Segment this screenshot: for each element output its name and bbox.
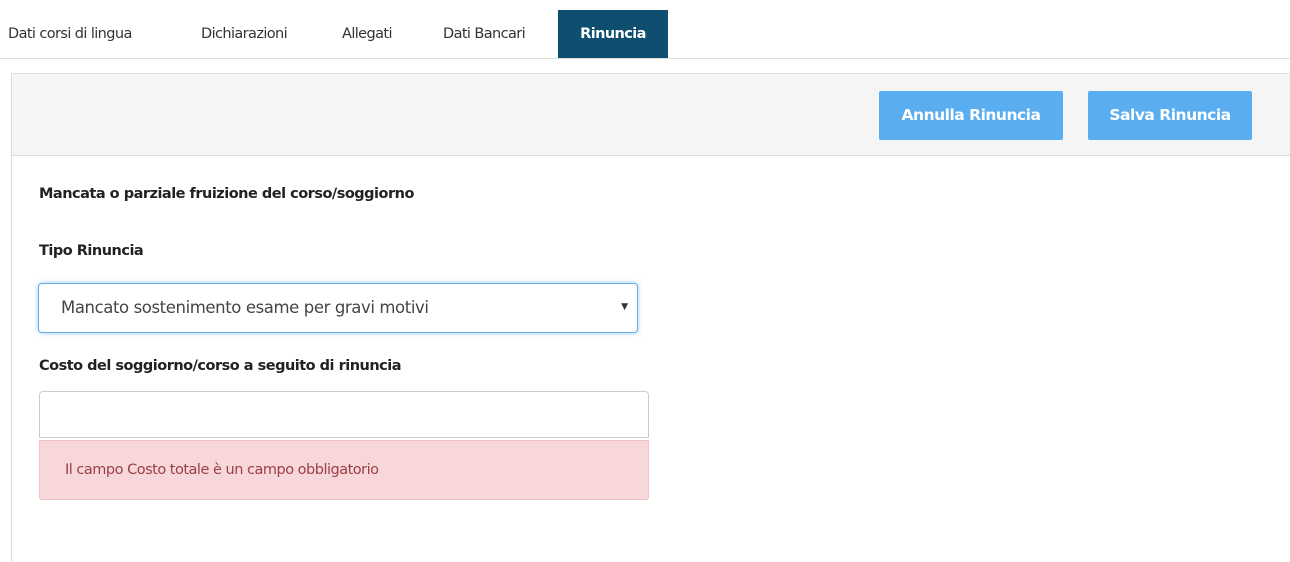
error-alert: Il campo Costo totale è un campo obbliga…	[39, 440, 649, 500]
tipo-rinuncia-select[interactable]: Mancato sostenimento esame per gravi mot…	[38, 283, 638, 333]
costo-input[interactable]	[39, 391, 649, 438]
salva-rinuncia-button[interactable]: Salva Rinuncia	[1088, 91, 1252, 140]
annulla-rinuncia-button[interactable]: Annulla Rinuncia	[879, 91, 1063, 140]
error-message: Il campo Costo totale è un campo obbliga…	[65, 462, 379, 478]
tab-rinuncia[interactable]: Rinuncia	[558, 10, 668, 58]
tab-allegati[interactable]: Allegati	[342, 10, 393, 58]
section-title: Mancata o parziale fruizione del corso/s…	[39, 186, 414, 202]
caret-down-icon: ▼	[621, 302, 628, 312]
tab-dati-bancari[interactable]: Dati Bancari	[443, 10, 526, 58]
tab-dichiarazioni[interactable]: Dichiarazioni	[201, 10, 288, 58]
tipo-rinuncia-label: Tipo Rinuncia	[39, 243, 144, 259]
costo-label: Costo del soggiorno/corso a seguito di r…	[39, 358, 402, 374]
panel-toolbar: Annulla Rinuncia Salva Rinuncia	[12, 73, 1290, 156]
tab-bar: Dati corsi di lingua Dichiarazioni Alleg…	[0, 10, 1290, 59]
tab-dati-corsi-di-lingua[interactable]: Dati corsi di lingua	[8, 10, 132, 58]
tipo-rinuncia-selected-value: Mancato sostenimento esame per gravi mot…	[61, 298, 429, 317]
